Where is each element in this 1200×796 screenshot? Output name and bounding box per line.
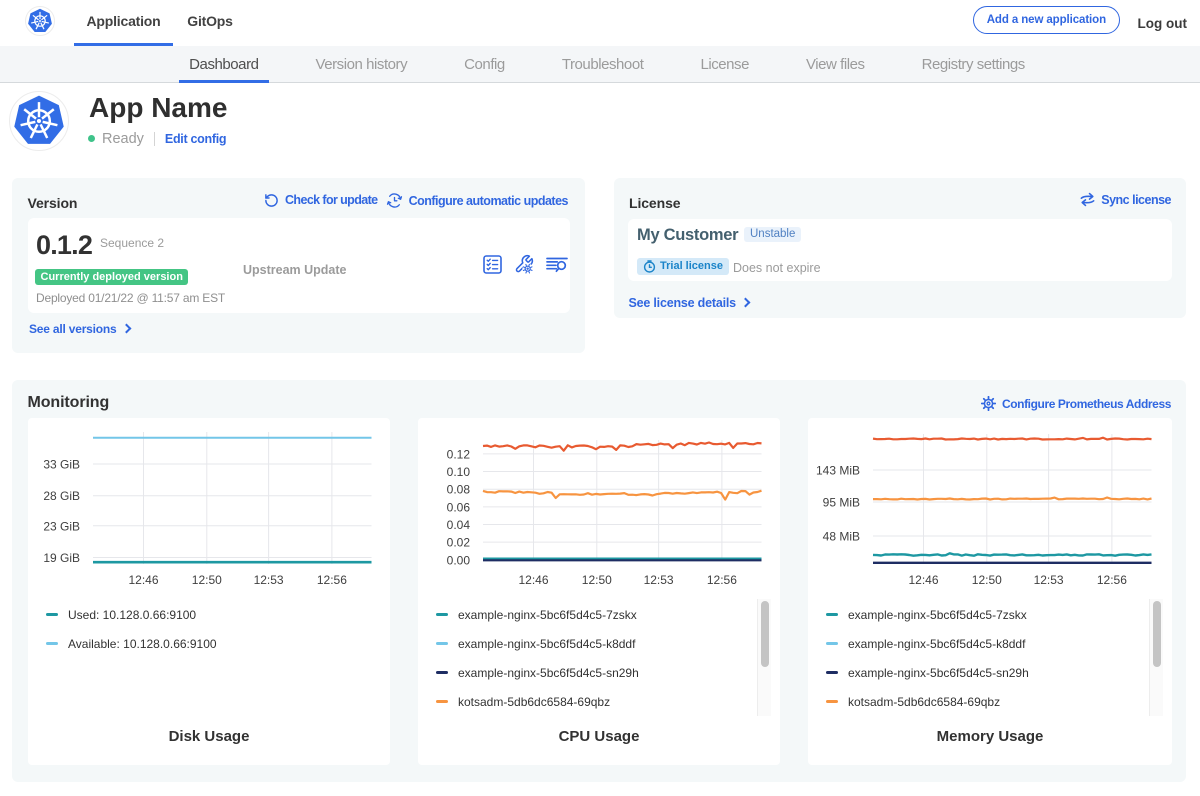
svg-text:12:46: 12:46 bbox=[128, 573, 158, 587]
svg-text:33 GiB: 33 GiB bbox=[43, 458, 80, 472]
svg-text:0.06: 0.06 bbox=[447, 500, 471, 514]
svg-text:12:50: 12:50 bbox=[192, 573, 222, 587]
svg-text:143 MiB: 143 MiB bbox=[816, 464, 860, 478]
svg-text:12:56: 12:56 bbox=[317, 573, 347, 587]
svg-text:19 GiB: 19 GiB bbox=[43, 551, 80, 565]
svg-text:12:46: 12:46 bbox=[518, 573, 548, 587]
svg-text:12:53: 12:53 bbox=[1034, 573, 1064, 587]
svg-text:12:53: 12:53 bbox=[254, 573, 284, 587]
svg-text:48 MiB: 48 MiB bbox=[823, 530, 860, 544]
svg-text:28 GiB: 28 GiB bbox=[43, 489, 80, 503]
svg-text:12:46: 12:46 bbox=[908, 573, 938, 587]
svg-text:0.08: 0.08 bbox=[447, 483, 471, 497]
svg-text:12:56: 12:56 bbox=[1097, 573, 1127, 587]
svg-text:23 GiB: 23 GiB bbox=[43, 519, 80, 533]
svg-text:12:50: 12:50 bbox=[582, 573, 612, 587]
svg-text:0.10: 0.10 bbox=[447, 465, 471, 479]
svg-text:12:56: 12:56 bbox=[707, 573, 737, 587]
svg-text:0.04: 0.04 bbox=[447, 518, 471, 532]
svg-text:12:50: 12:50 bbox=[972, 573, 1002, 587]
svg-text:0.00: 0.00 bbox=[447, 553, 471, 567]
svg-text:12:53: 12:53 bbox=[644, 573, 674, 587]
svg-text:0.02: 0.02 bbox=[447, 536, 471, 550]
svg-text:0.12: 0.12 bbox=[447, 447, 471, 461]
svg-text:95 MiB: 95 MiB bbox=[823, 496, 860, 510]
